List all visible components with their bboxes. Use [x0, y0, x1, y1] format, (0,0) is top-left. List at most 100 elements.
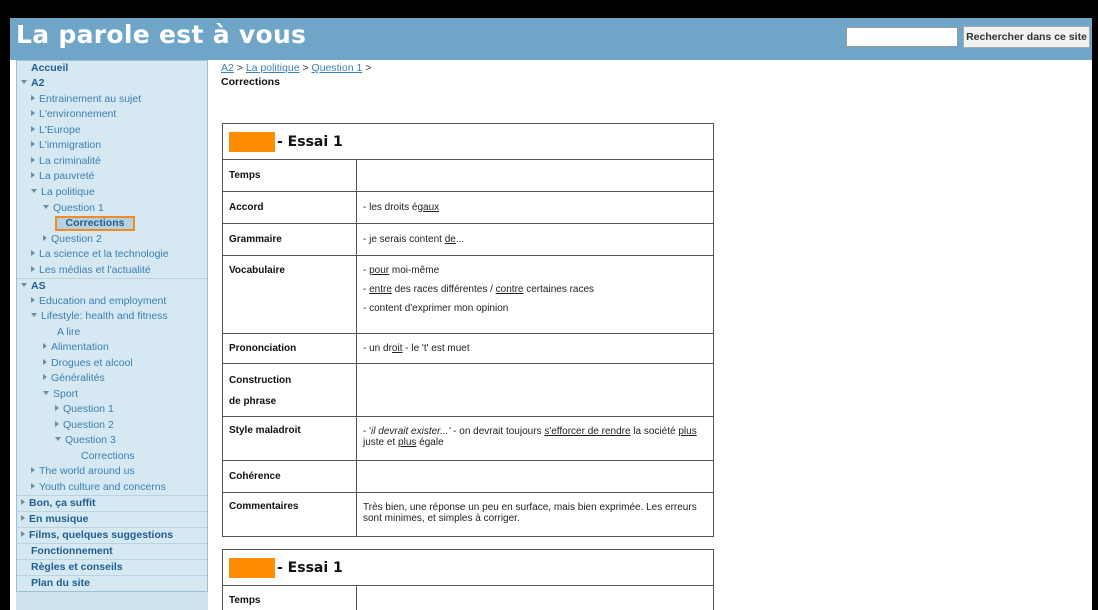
sidebar-item-immigration[interactable]: L'immigration: [31, 138, 101, 153]
sidebar-item-corrections-active[interactable]: Corrections: [55, 216, 135, 231]
chevron-down-icon: [43, 391, 49, 396]
sidebar-item-as[interactable]: AS: [17, 278, 207, 293]
sidebar-item-lifestyle[interactable]: Lifestyle: health and fitness: [31, 309, 168, 324]
sidebar-item-entrainement[interactable]: Entrainement au sujet: [31, 92, 141, 107]
breadcrumb-separator: >: [365, 62, 372, 74]
chevron-right-icon: [31, 141, 35, 148]
sidebar-item-label: Question 2: [63, 419, 114, 431]
essay-title: - Essai 1: [277, 133, 343, 150]
row-value-temps: [356, 585, 714, 610]
table-row: Temps: [222, 585, 714, 610]
table-row: Accord - les droits égaux: [222, 191, 714, 224]
sidebar-item-label: A2: [31, 77, 45, 89]
table-row: Temps: [222, 159, 714, 192]
sidebar-item-sport-question-1[interactable]: Question 1: [55, 402, 114, 417]
table-row: Style maladroit - 'il devrait exister...…: [222, 416, 714, 461]
breadcrumb-link-a2[interactable]: A2: [221, 62, 234, 74]
breadcrumb-link-question[interactable]: Question 1: [312, 62, 363, 74]
row-value-coherence: [356, 460, 714, 493]
sidebar-item-regles[interactable]: Règles et conseils: [17, 559, 207, 574]
sidebar-item-europe[interactable]: L'Europe: [31, 123, 81, 138]
sidebar-item-label: Les médias et l'actualité: [39, 264, 151, 276]
table-row: Construction de phrase: [222, 363, 714, 417]
sidebar-item-films[interactable]: Films, quelques suggestions: [17, 527, 207, 542]
sidebar-item-label: Généralités: [51, 372, 105, 384]
sidebar-item-accueil[interactable]: Accueil: [31, 61, 68, 76]
text-fragment: - le 't' est muet: [402, 343, 470, 354]
sidebar-item-criminalite[interactable]: La criminalité: [31, 154, 101, 169]
text-fragment: certaines races: [523, 284, 595, 295]
site-title[interactable]: La parole est à vous: [16, 20, 306, 49]
chevron-right-icon: [21, 515, 25, 522]
search-input[interactable]: [846, 27, 958, 47]
page-title: Corrections: [221, 76, 280, 88]
breadcrumb-separator: >: [302, 62, 309, 74]
sidebar-item-en-musique[interactable]: En musique: [17, 511, 207, 526]
sidebar-item-question-2[interactable]: Question 2: [43, 232, 102, 247]
text-fragment: plus: [678, 426, 697, 437]
sidebar-item-education[interactable]: Education and employment: [31, 294, 166, 309]
chevron-down-icon: [31, 313, 37, 318]
row-label-coherence: Cohérence: [222, 460, 357, 493]
essay-table-1: - Essai 1 Temps Accord - les droits égau…: [222, 123, 714, 537]
table-row: Grammaire - je serais content de...: [222, 223, 714, 256]
text-fragment: s'efforcer de rendre: [544, 426, 631, 437]
sidebar-item-plan[interactable]: Plan du site: [17, 575, 207, 590]
sidebar-item-fonctionnement[interactable]: Fonctionnement: [17, 543, 207, 558]
chevron-right-icon: [21, 531, 25, 538]
sidebar-item-medias[interactable]: Les médias et l'actualité: [31, 263, 151, 278]
text-fragment: de phrase: [229, 396, 277, 407]
sidebar-item-label: Education and employment: [39, 295, 167, 307]
sidebar-item-politique[interactable]: La politique: [31, 185, 95, 200]
sidebar-item-label: Lifestyle: health and fitness: [41, 310, 168, 322]
sidebar-item-alimentation[interactable]: Alimentation: [43, 340, 109, 355]
sidebar-item-label: L'environnement: [39, 108, 117, 120]
chevron-right-icon: [55, 405, 59, 412]
text-fragment: de: [444, 234, 456, 245]
breadcrumb: A2 > La politique > Question 1 >: [221, 62, 371, 74]
sidebar-item-sport-corrections[interactable]: Corrections: [81, 449, 135, 464]
sidebar-item-label: L'Europe: [39, 124, 81, 136]
sidebar-item-world[interactable]: The world around us: [31, 464, 135, 479]
sidebar-item-environnement[interactable]: L'environnement: [31, 107, 116, 122]
table-row: Prononciation - un droit - le 't' est mu…: [222, 333, 714, 364]
sidebar-item-bon-ca-suffit[interactable]: Bon, ça suffit: [17, 495, 207, 510]
sidebar-item-youth[interactable]: Youth culture and concerns: [31, 480, 166, 495]
text-fragment: - ': [363, 426, 372, 437]
breadcrumb-link-politique[interactable]: La politique: [246, 62, 300, 74]
essay-header-cell: - Essai 1: [222, 549, 714, 586]
text-fragment: il devrait exister...': [371, 426, 451, 437]
sidebar-item-drogues[interactable]: Drogues et alcool: [43, 356, 133, 371]
row-value-prononciation: - un droit - le 't' est muet: [356, 333, 714, 364]
text-fragment: - je serais content: [363, 234, 445, 245]
sidebar-item-label: Sport: [53, 388, 79, 400]
chevron-right-icon: [31, 110, 35, 117]
sidebar-item-label: L'immigration: [39, 139, 102, 151]
orange-swatch: [229, 131, 275, 152]
sidebar-item-science[interactable]: La science et la technologie: [31, 247, 169, 262]
sidebar-item-label: Question 3: [65, 434, 116, 446]
sidebar-item-pauvrete[interactable]: La pauvreté: [31, 169, 94, 184]
sidebar-item-generalites[interactable]: Généralités: [43, 371, 105, 386]
orange-swatch: [229, 557, 275, 578]
sidebar-item-sport-question-2[interactable]: Question 2: [55, 418, 114, 433]
text-fragment: - on devrait toujours: [450, 426, 545, 437]
sidebar-item-label: Bon, ça suffit: [29, 497, 96, 509]
sidebar-item-sport-question-3[interactable]: Question 3: [55, 433, 116, 448]
sidebar-item-label: La politique: [41, 186, 95, 198]
chevron-right-icon: [43, 235, 47, 242]
text-fragment: contre: [495, 284, 524, 295]
sidebar-item-sport[interactable]: Sport: [43, 387, 78, 402]
text-fragment: des races différentes /: [391, 284, 496, 295]
sidebar-item-label: La science et la technologie: [39, 248, 169, 260]
search-button[interactable]: Rechercher dans ce site: [963, 26, 1090, 48]
chevron-down-icon: [21, 283, 27, 288]
chevron-right-icon: [43, 343, 47, 350]
sidebar-item-a-lire[interactable]: A lire: [57, 325, 80, 340]
sidebar-item-a2[interactable]: A2: [21, 76, 44, 91]
chevron-right-icon: [31, 483, 35, 490]
row-label-accord: Accord: [222, 191, 357, 224]
chevron-down-icon: [43, 205, 49, 210]
vocab-line-1: - pour moi-même: [363, 265, 707, 276]
sidebar-item-question-1[interactable]: Question 1: [43, 201, 104, 216]
